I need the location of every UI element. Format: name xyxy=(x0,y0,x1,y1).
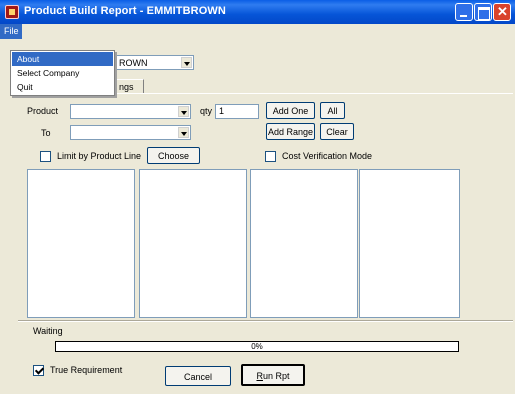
product-list-2[interactable] xyxy=(139,169,247,318)
cost-verification-checkbox[interactable] xyxy=(265,151,276,162)
product-list-3[interactable] xyxy=(250,169,358,318)
qty-label: qty xyxy=(200,106,213,116)
company-select-value: ROWN xyxy=(119,58,148,68)
limit-by-product-line-checkbox[interactable] xyxy=(40,151,51,162)
run-report-label: un Rpt xyxy=(262,371,290,381)
minimize-button[interactable] xyxy=(455,3,473,21)
all-button[interactable]: All xyxy=(320,102,345,119)
close-button[interactable]: ✕ xyxy=(493,3,511,21)
menu-item-quit[interactable]: Quit xyxy=(12,80,113,94)
clear-button[interactable]: Clear xyxy=(320,123,354,140)
close-icon: ✕ xyxy=(497,4,508,19)
product-select[interactable] xyxy=(70,104,191,119)
qty-input[interactable]: 1 xyxy=(215,104,259,119)
true-requirement-checkbox[interactable] xyxy=(33,365,44,376)
run-report-button[interactable]: Run Rpt xyxy=(241,364,305,386)
status-text: Waiting xyxy=(33,326,63,336)
limit-by-product-line-label: Limit by Product Line xyxy=(57,151,142,161)
chevron-down-icon[interactable] xyxy=(178,106,189,117)
app-window: Product Build Report - EMMITBROWN ✕ File… xyxy=(0,0,515,394)
file-menu-dropdown: About Select Company Quit xyxy=(10,50,115,96)
progress-text: 0% xyxy=(251,342,263,351)
app-icon xyxy=(5,5,19,19)
chevron-down-icon[interactable] xyxy=(178,127,189,138)
menu-bar: File xyxy=(0,24,515,39)
separator xyxy=(18,320,513,322)
cancel-button[interactable]: Cancel xyxy=(165,366,231,386)
choose-button[interactable]: Choose xyxy=(147,147,200,164)
tab-settings[interactable]: ngs xyxy=(113,79,144,94)
tab-label: ngs xyxy=(119,82,134,92)
menu-item-select-company[interactable]: Select Company xyxy=(12,66,113,80)
add-one-button[interactable]: Add One xyxy=(266,102,315,119)
title-bar[interactable]: Product Build Report - EMMITBROWN ✕ xyxy=(0,0,515,24)
qty-value: 1 xyxy=(219,106,225,116)
menu-file[interactable]: File xyxy=(0,24,22,39)
window-title: Product Build Report - EMMITBROWN xyxy=(24,5,226,17)
product-list-4[interactable] xyxy=(359,169,460,318)
add-range-button[interactable]: Add Range xyxy=(266,123,315,140)
product-label: Product xyxy=(27,106,59,116)
product-list-1[interactable] xyxy=(27,169,135,318)
chevron-down-icon[interactable] xyxy=(181,57,192,68)
maximize-button[interactable] xyxy=(474,3,492,21)
progress-bar: 0% xyxy=(55,341,459,352)
true-requirement-label: True Requirement xyxy=(50,365,123,375)
to-select[interactable] xyxy=(70,125,191,140)
cost-verification-label: Cost Verification Mode xyxy=(282,151,373,161)
menu-item-about[interactable]: About xyxy=(12,52,113,66)
to-label: To xyxy=(41,128,51,138)
